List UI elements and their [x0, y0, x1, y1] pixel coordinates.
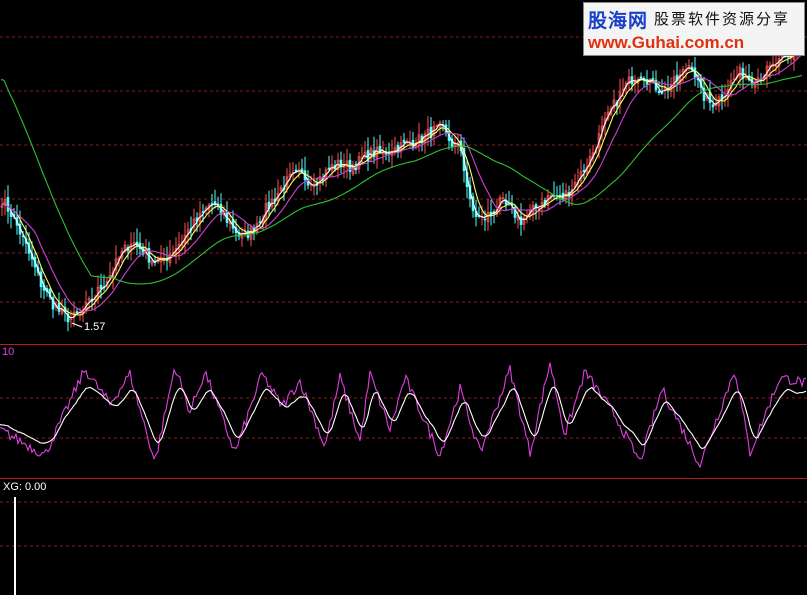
- stock-chart: [0, 0, 807, 595]
- candle-body: [639, 76, 643, 79]
- watermark-site-name: 股海网: [588, 10, 649, 32]
- oscillator-label: 10: [2, 346, 15, 358]
- watermark-logo: 股海网 股票软件资源分享 www.Guhai.com.cn: [583, 2, 805, 56]
- candle-body: [294, 169, 298, 172]
- candle-body: [519, 216, 523, 225]
- candle-body: [57, 302, 61, 312]
- watermark-url: www.Guhai.com.cn: [588, 33, 745, 52]
- candle-body: [651, 77, 655, 80]
- candle-body: [402, 139, 406, 143]
- low-price-label: 1.57: [84, 321, 105, 333]
- watermark-slogan: 股票软件资源分享: [654, 10, 791, 28]
- candle-body: [6, 197, 10, 212]
- chart-background: [0, 0, 807, 595]
- low-price-value: 1.57: [84, 321, 106, 333]
- candle-body: [711, 104, 715, 108]
- candle-body: [660, 92, 664, 94]
- signal-label: XG: 0.00: [3, 481, 47, 493]
- candle-body: [483, 218, 487, 221]
- candle-body: [630, 76, 634, 85]
- candle-body: [657, 90, 661, 94]
